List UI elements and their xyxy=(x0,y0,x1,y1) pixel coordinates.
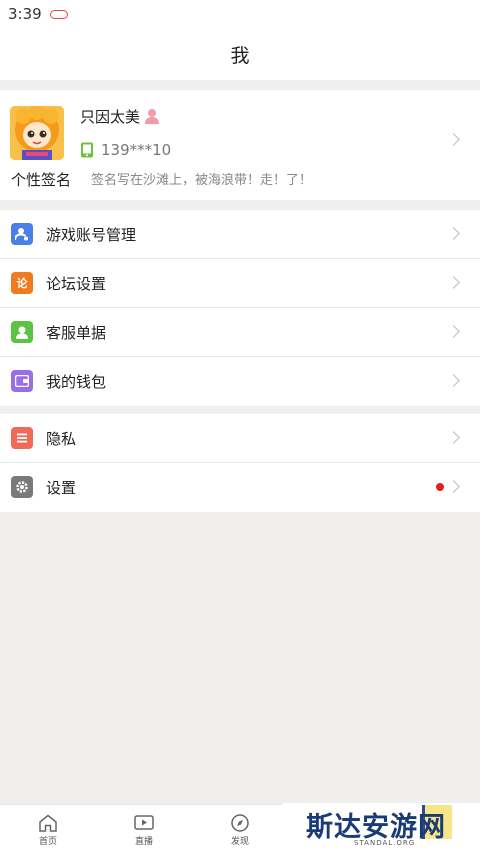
menu-label: 游戏账号管理 xyxy=(46,225,137,244)
notification-badge xyxy=(436,483,444,491)
live-icon xyxy=(134,815,154,830)
phone-icon xyxy=(81,142,93,158)
chevron-right-icon xyxy=(447,133,460,146)
discover-icon xyxy=(231,814,249,832)
chevron-right-icon xyxy=(447,276,460,289)
user-gender-icon xyxy=(145,109,159,124)
signature-label: 个性签名 xyxy=(11,171,72,189)
home-icon xyxy=(39,814,57,832)
menu-item-game-account[interactable]: 游戏账号管理 xyxy=(0,210,480,259)
menu-label: 隐私 xyxy=(46,429,77,448)
tab-label: 直播 xyxy=(134,837,153,847)
phone-number: 139***10 xyxy=(101,141,172,159)
chevron-right-icon xyxy=(447,227,460,240)
chevron-right-icon xyxy=(447,374,460,387)
menu-label: 论坛设置 xyxy=(46,274,107,293)
chevron-right-icon xyxy=(447,325,460,338)
customer-service-icon xyxy=(11,321,33,343)
menu-label: 设置 xyxy=(46,479,77,497)
menu-item-settings[interactable]: 设置 xyxy=(0,463,480,512)
title-bar: 我 xyxy=(0,28,480,80)
watermark-logo: 斯达安游网 STANDAL.ORG xyxy=(282,803,480,853)
menu-label: 我的钱包 xyxy=(46,373,107,391)
forum-icon: 论 xyxy=(11,272,33,294)
avatar[interactable] xyxy=(10,106,64,160)
menu-label: 客服单据 xyxy=(46,323,107,342)
signature-text: 签名写在沙滩上，被海浪带！走！了！ xyxy=(91,173,313,188)
watermark-subtext: STANDAL.ORG xyxy=(354,839,416,847)
tab-label: 首页 xyxy=(38,837,57,847)
tab-discover[interactable]: 发现 xyxy=(210,805,270,853)
notification-app-icon xyxy=(49,9,68,19)
menu-group-account: 游戏账号管理 论 论坛设置 客服单据 我的钱包 xyxy=(0,210,480,406)
chevron-right-icon xyxy=(447,431,460,444)
menu-item-wallet[interactable]: 我的钱包 xyxy=(0,357,480,406)
menu-item-customer-service[interactable]: 客服单据 xyxy=(0,308,480,357)
username: 只因太美 xyxy=(80,108,141,126)
page-title: 我 xyxy=(230,44,250,67)
tab-live[interactable]: 直播 xyxy=(114,805,174,853)
profile-card[interactable]: 只因太美 139***10 个性签名 签名写在沙滩上，被海浪带！走！了！ xyxy=(0,90,480,200)
account-icon xyxy=(11,223,33,245)
tab-label: 发现 xyxy=(230,837,249,847)
tab-home[interactable]: 首页 xyxy=(18,805,78,853)
chevron-right-icon xyxy=(447,480,460,493)
wallet-icon xyxy=(11,370,33,392)
menu-item-privacy[interactable]: 隐私 xyxy=(0,414,480,463)
menu-item-forum-settings[interactable]: 论 论坛设置 xyxy=(0,259,480,308)
settings-icon xyxy=(11,476,33,498)
status-bar: 3:39 xyxy=(0,0,480,28)
privacy-icon xyxy=(11,427,33,449)
menu-group-system: 隐私 设置 xyxy=(0,414,480,512)
status-time: 3:39 xyxy=(8,5,42,23)
